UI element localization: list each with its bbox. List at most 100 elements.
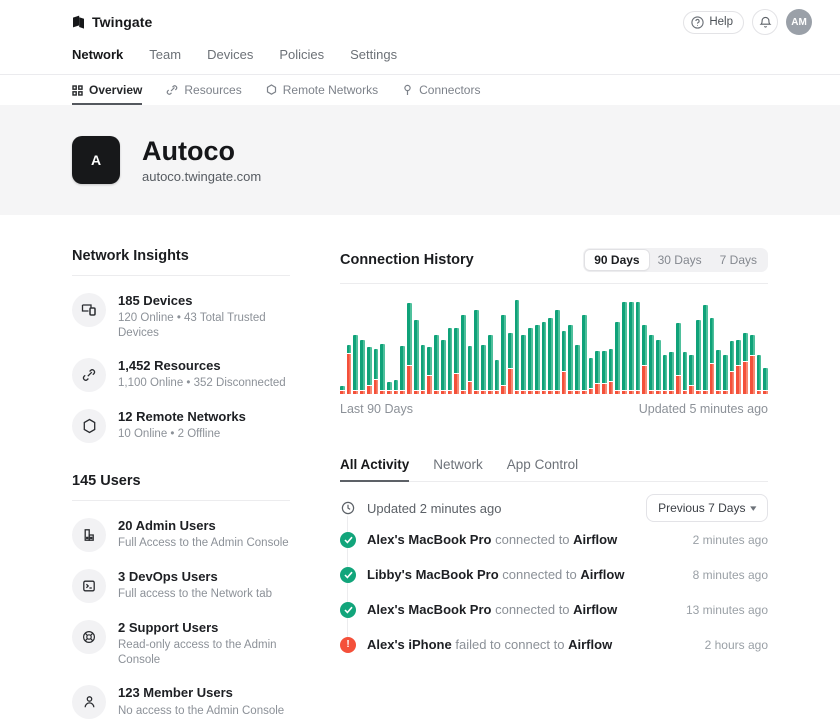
chart-bar: [548, 294, 553, 394]
chart-bar: [609, 294, 614, 394]
stat-subtitle: Full access to the Network tab: [118, 587, 272, 602]
notifications-button[interactable]: [752, 9, 778, 35]
chart-bar: [434, 294, 439, 394]
activity-time: 2 hours ago: [705, 638, 768, 652]
chart-bar: [676, 294, 681, 394]
connection-history-title: Connection History: [340, 252, 474, 268]
insight-resources[interactable]: 1,452 Resources 1,100 Online • 352 Disco…: [72, 358, 290, 392]
chart-bar: [542, 294, 547, 394]
chart-bar: [663, 294, 668, 394]
activity-updated: Updated 2 minutes ago: [340, 500, 501, 516]
secondary-nav: Overview Resources Remote Networks Conne…: [0, 74, 840, 105]
twingate-logo: Twingate: [72, 14, 152, 30]
activity-text: Alex's MacBook Pro connected to Airflow: [367, 532, 617, 547]
chart-bar: [723, 294, 728, 394]
nav-item-settings[interactable]: Settings: [350, 47, 397, 62]
activity-text: Alex's MacBook Pro connected to Airflow: [367, 602, 617, 617]
activity-time: 2 minutes ago: [693, 533, 768, 547]
question-icon: [691, 16, 704, 29]
subnav-item-remote-networks[interactable]: Remote Networks: [266, 75, 378, 105]
users-admin[interactable]: 20 Admin Users Full Access to the Admin …: [72, 518, 290, 552]
chart-bar: [501, 294, 506, 394]
chart-bar: [568, 294, 573, 394]
chart-bar: [427, 294, 432, 394]
chart-bar: [367, 294, 372, 394]
chart-range-label: Last 90 Days: [340, 402, 413, 416]
users-devops[interactable]: 3 DevOps Users Full access to the Networ…: [72, 569, 290, 603]
chart-bar: [636, 294, 641, 394]
hexagon-icon: [72, 409, 106, 443]
chart-bar: [380, 294, 385, 394]
success-check-icon: [340, 532, 356, 548]
nav-item-policies[interactable]: Policies: [279, 47, 324, 62]
chart-bar: [649, 294, 654, 394]
chart-bar: [642, 294, 647, 394]
subnav-item-overview[interactable]: Overview: [72, 75, 142, 105]
stat-title: 20 Admin Users: [118, 518, 289, 534]
subnav-label: Resources: [184, 83, 241, 97]
chart-bar: [595, 294, 600, 394]
chart-bar: [528, 294, 533, 394]
previous-7-days-dropdown[interactable]: Previous 7 Days ▾: [646, 494, 768, 522]
chart-bar: [703, 294, 708, 394]
activity-row[interactable]: Alex's MacBook Pro connected to Airflow …: [340, 592, 768, 627]
nav-item-team[interactable]: Team: [149, 47, 181, 62]
range-90-days[interactable]: 90 Days: [585, 250, 648, 270]
range-7-days[interactable]: 7 Days: [711, 250, 766, 270]
building-icon: [72, 518, 106, 552]
activity-row[interactable]: Libby's MacBook Pro connected to Airflow…: [340, 557, 768, 592]
chart-bar: [710, 294, 715, 394]
chart-bar: [669, 294, 674, 394]
lifebuoy-icon: [72, 620, 106, 654]
activity-row[interactable]: Alex's iPhone failed to connect to Airfl…: [340, 627, 768, 662]
chart-bar: [441, 294, 446, 394]
chart-bar: [562, 294, 567, 394]
connection-history-chart: Last 90 Days Updated 5 minutes ago: [340, 284, 768, 426]
subnav-label: Remote Networks: [283, 83, 378, 97]
help-button[interactable]: Help: [683, 11, 744, 34]
error-exclamation-icon: [340, 637, 356, 653]
nav-item-devices[interactable]: Devices: [207, 47, 253, 62]
stat-title: 1,452 Resources: [118, 358, 286, 374]
activity-text: Libby's MacBook Pro connected to Airflow: [367, 567, 624, 582]
stat-subtitle: Read-only access to the Admin Console: [118, 638, 290, 668]
brand-name: Twingate: [92, 14, 152, 30]
chart-bar: [589, 294, 594, 394]
users-member[interactable]: 123 Member Users No access to the Admin …: [72, 685, 290, 719]
chart-bar: [347, 294, 352, 394]
users-support[interactable]: 2 Support Users Read-only access to the …: [72, 620, 290, 668]
chart-bar: [387, 294, 392, 394]
target-name: Airflow: [580, 567, 624, 582]
chart-bar: [421, 294, 426, 394]
link-icon: [166, 84, 178, 96]
avatar[interactable]: AM: [786, 9, 812, 35]
subnav-item-connectors[interactable]: Connectors: [402, 75, 480, 105]
chart-bar: [414, 294, 419, 394]
insight-devices[interactable]: 185 Devices 120 Online • 43 Total Truste…: [72, 293, 290, 341]
chart-updated-label: Updated 5 minutes ago: [639, 402, 768, 416]
activity-updated-text: Updated 2 minutes ago: [367, 501, 501, 516]
chart-bar: [582, 294, 587, 394]
tab-app-control[interactable]: App Control: [507, 448, 578, 482]
activity-time: 8 minutes ago: [693, 568, 768, 582]
target-name: Airflow: [573, 602, 617, 617]
tab-network[interactable]: Network: [433, 448, 483, 482]
network-insights-title: Network Insights: [72, 248, 189, 264]
insight-remote-networks[interactable]: 12 Remote Networks 10 Online • 2 Offline: [72, 409, 290, 443]
activity-row[interactable]: Alex's MacBook Pro connected to Airflow …: [340, 522, 768, 557]
subnav-item-resources[interactable]: Resources: [166, 75, 241, 105]
nav-item-network[interactable]: Network: [72, 47, 123, 62]
chart-bar: [730, 294, 735, 394]
hexagon-icon: [266, 84, 277, 96]
chart-bar: [508, 294, 513, 394]
chart-bar: [461, 294, 466, 394]
chart-bar: [689, 294, 694, 394]
stat-title: 3 DevOps Users: [118, 569, 272, 585]
primary-nav: Network Team Devices Policies Settings: [0, 39, 840, 74]
target-name: Airflow: [573, 532, 617, 547]
range-30-days[interactable]: 30 Days: [649, 250, 711, 270]
stat-title: 123 Member Users: [118, 685, 284, 701]
tab-all-activity[interactable]: All Activity: [340, 448, 409, 482]
device-name: Alex's MacBook Pro: [367, 602, 491, 617]
chart-bar: [743, 294, 748, 394]
